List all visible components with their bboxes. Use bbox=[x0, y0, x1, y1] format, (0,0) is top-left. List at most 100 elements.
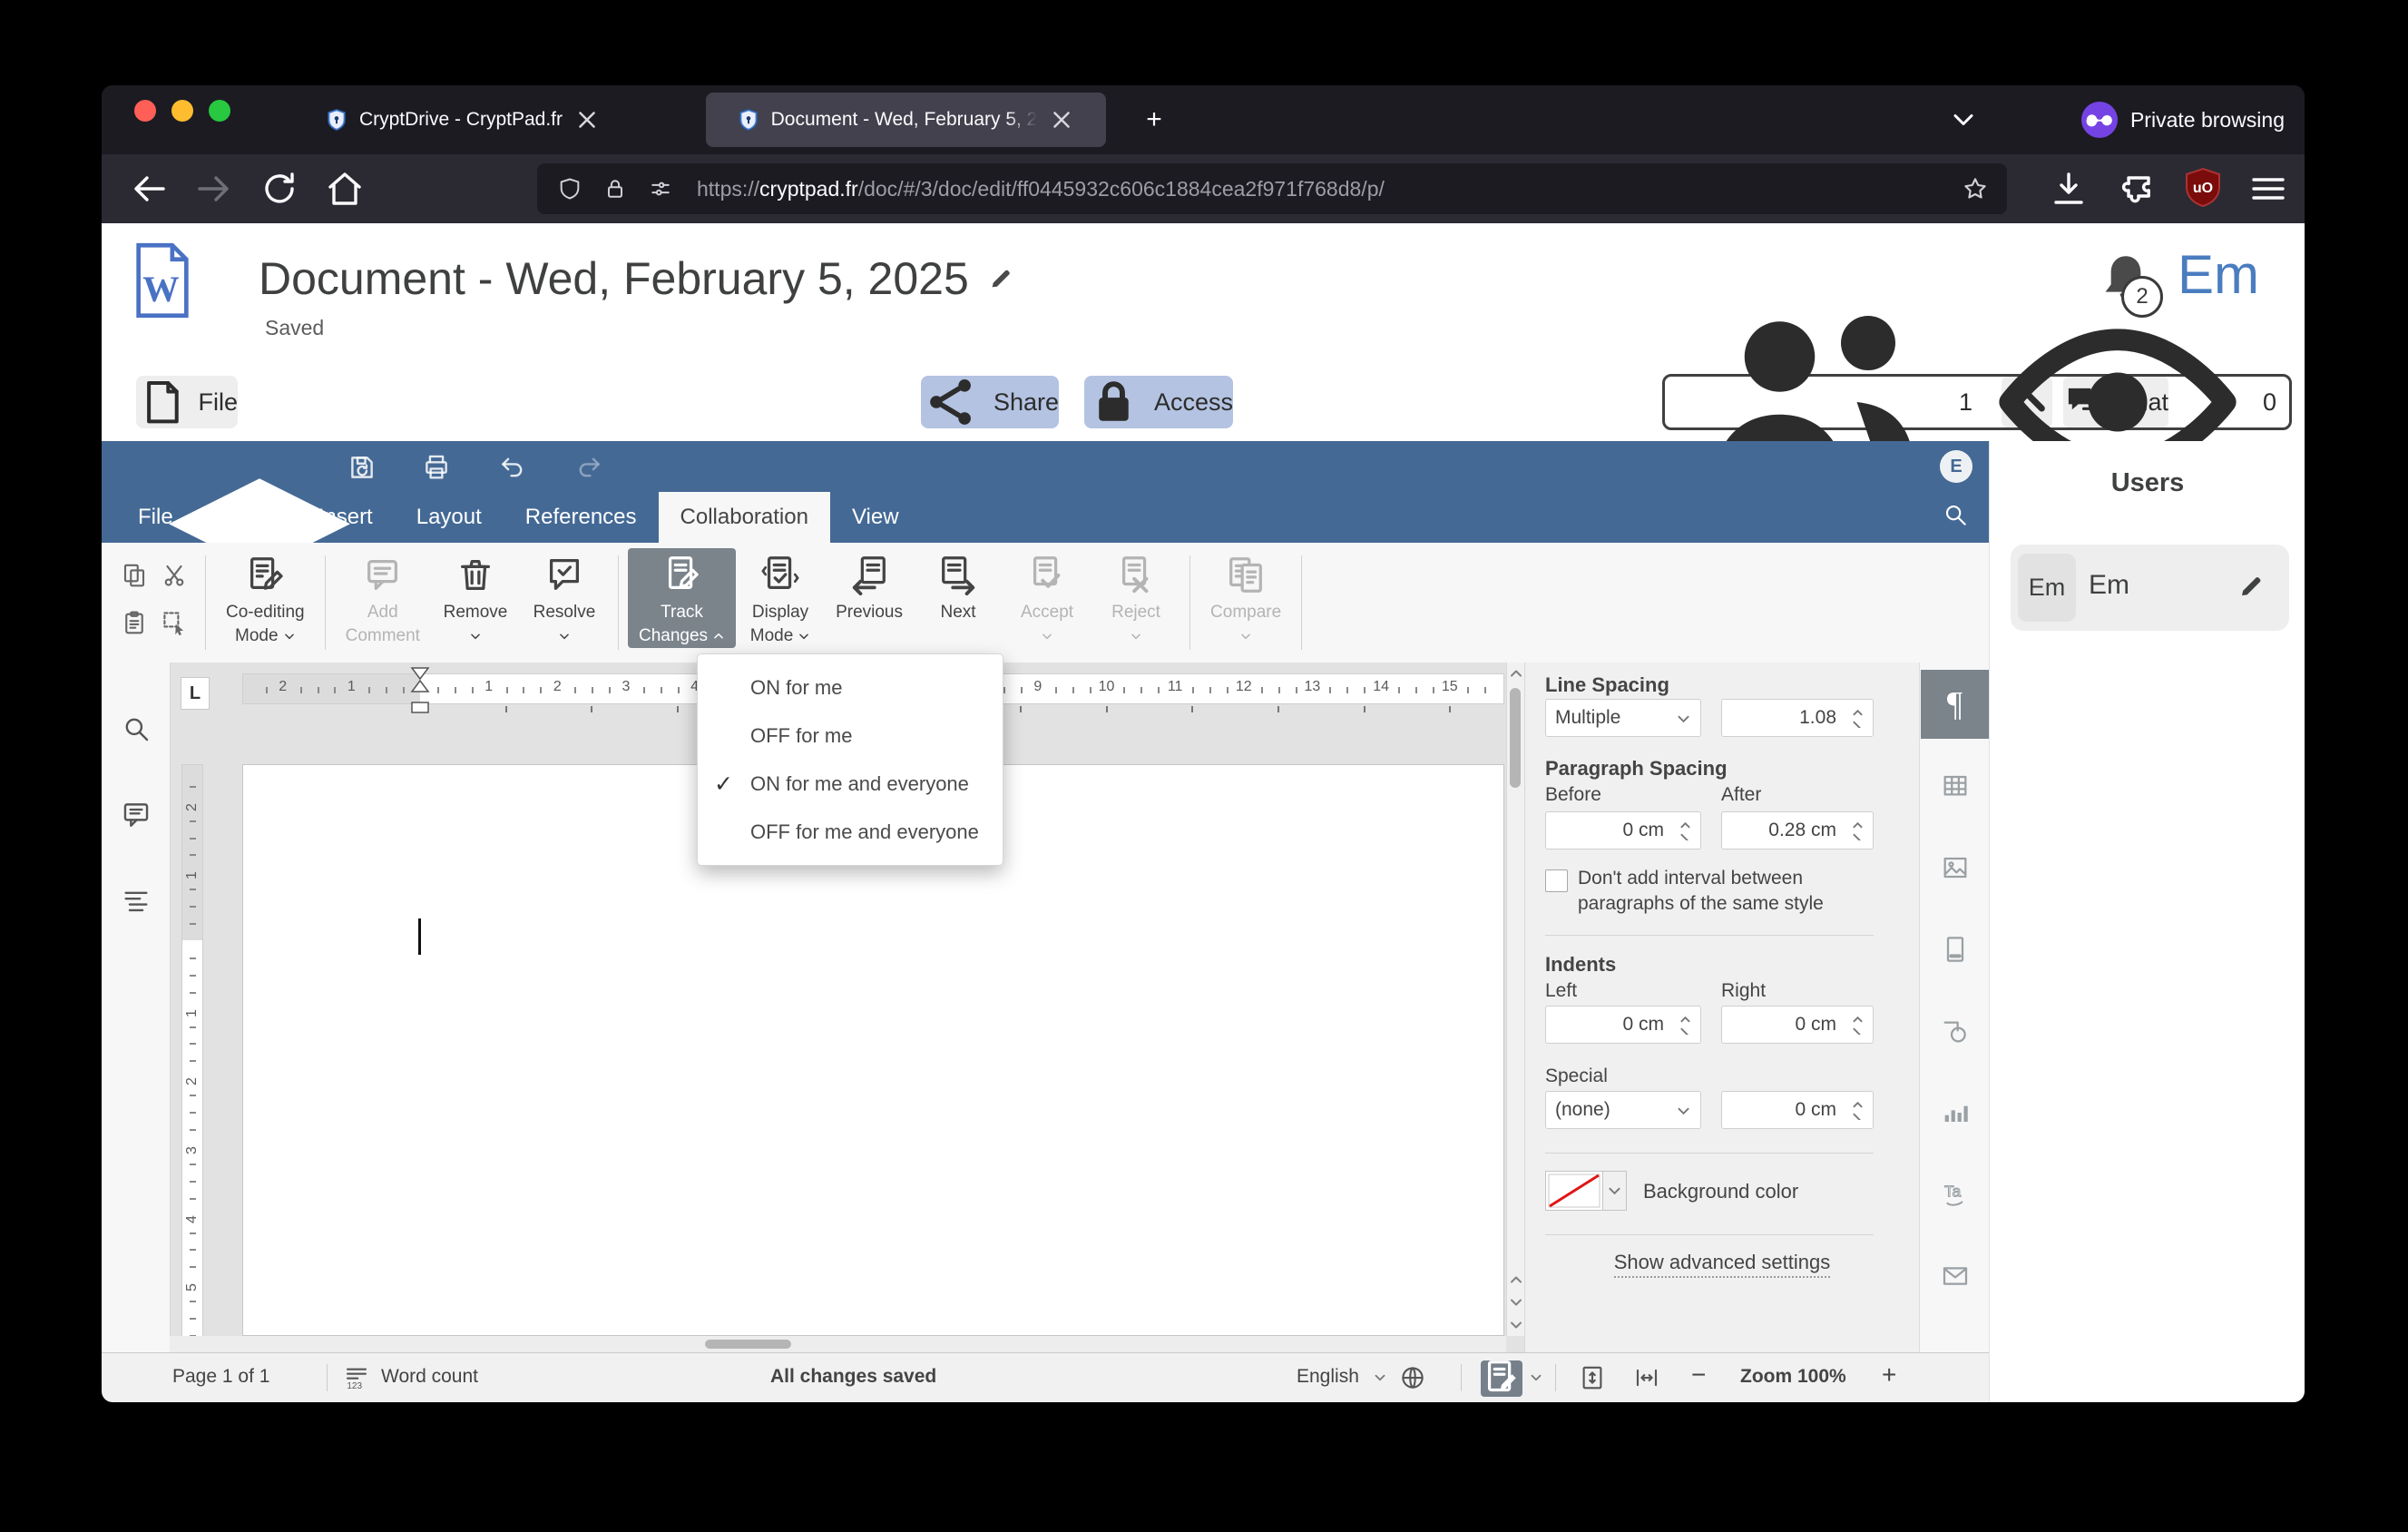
header-footer-settings-tab[interactable] bbox=[1921, 915, 1989, 984]
zoom-in-button[interactable]: + bbox=[1882, 1360, 1896, 1390]
vertical-scroll-thumb[interactable] bbox=[1510, 688, 1521, 788]
find-button[interactable] bbox=[121, 713, 152, 744]
background-color-swatch[interactable] bbox=[1545, 1171, 1603, 1211]
menu-tab-view[interactable]: View bbox=[830, 492, 921, 543]
horizontal-scroll-thumb[interactable] bbox=[705, 1340, 791, 1349]
extensions-button[interactable] bbox=[2116, 167, 2159, 211]
remove-button[interactable]: Remove bbox=[431, 548, 520, 648]
file-menu-button[interactable]: File bbox=[136, 376, 238, 428]
zoom-out-button[interactable]: − bbox=[1691, 1360, 1706, 1390]
word-count-button[interactable]: Word count bbox=[381, 1366, 478, 1388]
reload-button[interactable] bbox=[258, 167, 301, 211]
language-selector[interactable]: English bbox=[1297, 1366, 1359, 1388]
spacing-after-spinner[interactable]: 0.28 cm bbox=[1721, 811, 1874, 849]
shape-settings-tab[interactable] bbox=[1921, 997, 1989, 1066]
indent-right-spinner[interactable]: 0 cm bbox=[1721, 1006, 1874, 1044]
tab-document[interactable]: Document - Wed, February 5, 2 bbox=[706, 93, 1106, 147]
tab-cryptdrive[interactable]: CryptDrive - CryptPad.fr bbox=[227, 93, 699, 147]
menu-tab-collaboration[interactable]: Collaboration bbox=[658, 492, 830, 543]
advanced-settings-link[interactable]: Show advanced settings bbox=[1525, 1251, 1919, 1278]
resolve-button[interactable]: Resolve bbox=[520, 548, 609, 648]
tab-close-icon[interactable] bbox=[573, 106, 601, 133]
new-tab-button[interactable]: + bbox=[1136, 102, 1172, 138]
indent-marker[interactable] bbox=[406, 666, 435, 715]
connection-lock-icon[interactable] bbox=[602, 176, 628, 201]
add-comment-button[interactable]: Add Comment bbox=[335, 548, 431, 648]
copy-button[interactable] bbox=[116, 555, 152, 595]
table-settings-tab[interactable] bbox=[1921, 751, 1989, 820]
tab-close-icon[interactable] bbox=[1048, 106, 1075, 133]
bookmark-star-icon[interactable] bbox=[1962, 175, 1989, 202]
spinner-arrows[interactable] bbox=[1845, 821, 1873, 840]
edit-title-pencil-icon[interactable] bbox=[987, 265, 1014, 292]
chart-settings-tab[interactable] bbox=[1921, 1078, 1989, 1147]
tab-stop-selector[interactable]: L bbox=[181, 677, 210, 710]
spinner-arrows[interactable] bbox=[1673, 821, 1700, 840]
home-button[interactable] bbox=[323, 167, 367, 211]
navigation-button[interactable] bbox=[121, 886, 152, 917]
compare-button[interactable]: Compare bbox=[1199, 548, 1292, 648]
print-button[interactable] bbox=[421, 452, 452, 483]
ublock-origin-button[interactable]: uO bbox=[2181, 167, 2225, 211]
fit-width-button[interactable] bbox=[1633, 1364, 1660, 1391]
spinner-arrows[interactable] bbox=[1845, 1101, 1873, 1120]
previous-page-icon[interactable] bbox=[1507, 1271, 1525, 1289]
editor-user-badge[interactable]: E bbox=[1940, 450, 1972, 483]
edit-name-pencil-icon[interactable] bbox=[2237, 572, 2266, 601]
text-art-settings-tab[interactable]: Ta bbox=[1921, 1160, 1989, 1229]
next-page-icon[interactable] bbox=[1507, 1293, 1525, 1311]
address-bar[interactable]: https://cryptpad.fr/doc/#/3/doc/edit/ff0… bbox=[537, 163, 2007, 214]
spinner-arrows[interactable] bbox=[1673, 1016, 1700, 1035]
menu-item-on-for-me[interactable]: ON for me bbox=[698, 663, 1003, 712]
window-close-button[interactable] bbox=[134, 100, 156, 122]
cut-button[interactable] bbox=[156, 555, 192, 595]
fit-page-button[interactable] bbox=[1579, 1364, 1606, 1391]
reject-button[interactable]: Reject bbox=[1091, 548, 1180, 648]
menu-tab-layout[interactable]: Layout bbox=[395, 492, 504, 543]
image-settings-tab[interactable] bbox=[1921, 833, 1989, 902]
back-button[interactable] bbox=[127, 167, 171, 211]
interval-checkbox[interactable] bbox=[1545, 869, 1568, 892]
menu-tab-references[interactable]: References bbox=[504, 492, 659, 543]
downloads-button[interactable] bbox=[2047, 167, 2090, 211]
menu-tab-file[interactable]: File bbox=[116, 492, 195, 543]
background-color-dropdown[interactable] bbox=[1602, 1171, 1627, 1211]
interval-checkbox-label[interactable]: Don't add interval between paragraphs of… bbox=[1578, 866, 1861, 917]
select-all-button[interactable] bbox=[156, 603, 192, 643]
page-indicator[interactable]: Page 1 of 1 bbox=[172, 1366, 269, 1388]
document-title[interactable]: Document - Wed, February 5, 2025 bbox=[259, 252, 1014, 305]
window-minimize-button[interactable] bbox=[171, 100, 193, 122]
forward-button[interactable] bbox=[192, 167, 236, 211]
menu-tab-insert[interactable]: Insert bbox=[297, 492, 395, 543]
line-spacing-amount-spinner[interactable]: 1.08 bbox=[1721, 699, 1874, 737]
scroll-down-icon[interactable] bbox=[1507, 1316, 1525, 1334]
vertical-scrollbar[interactable] bbox=[1506, 663, 1524, 1336]
scroll-up-icon[interactable] bbox=[1507, 664, 1525, 683]
tracking-protection-shield-icon[interactable] bbox=[557, 176, 582, 201]
access-button[interactable]: Access bbox=[1084, 376, 1233, 428]
presence-counter[interactable]: 1 0 bbox=[1661, 316, 2292, 476]
permissions-icon[interactable] bbox=[648, 176, 673, 201]
paragraph-settings-tab[interactable]: ¶ bbox=[1921, 670, 1989, 739]
menu-item-on-for-me-and-everyone[interactable]: ✓ ON for me and everyone bbox=[698, 760, 1003, 808]
mail-merge-settings-tab[interactable] bbox=[1921, 1242, 1989, 1311]
vertical-ruler[interactable]: 2 1 1 2 3 4 5 bbox=[181, 764, 203, 1352]
accept-button[interactable]: Accept bbox=[1003, 548, 1091, 648]
spacing-before-spinner[interactable]: 0 cm bbox=[1545, 811, 1701, 849]
share-button[interactable]: Share bbox=[921, 376, 1059, 428]
display-mode-button[interactable]: Display Mode bbox=[736, 548, 825, 648]
menu-item-off-for-me[interactable]: OFF for me bbox=[698, 712, 1003, 760]
track-changes-status-button[interactable] bbox=[1481, 1360, 1522, 1397]
menu-item-off-for-me-and-everyone[interactable]: OFF for me and everyone bbox=[698, 808, 1003, 856]
undo-button[interactable] bbox=[497, 452, 528, 483]
save-button[interactable] bbox=[347, 452, 377, 483]
spinner-arrows[interactable] bbox=[1845, 1016, 1873, 1035]
special-select[interactable]: (none) bbox=[1545, 1091, 1701, 1129]
menu-tab-home[interactable]: Home bbox=[195, 492, 297, 543]
editor-search-button[interactable] bbox=[1942, 501, 1969, 528]
redo-button[interactable] bbox=[573, 452, 604, 483]
previous-button[interactable]: Previous bbox=[825, 548, 914, 648]
horizontal-scrollbar[interactable] bbox=[170, 1336, 1506, 1352]
next-button[interactable]: Next bbox=[914, 548, 1003, 648]
track-changes-button[interactable]: Track Changes bbox=[627, 548, 737, 648]
